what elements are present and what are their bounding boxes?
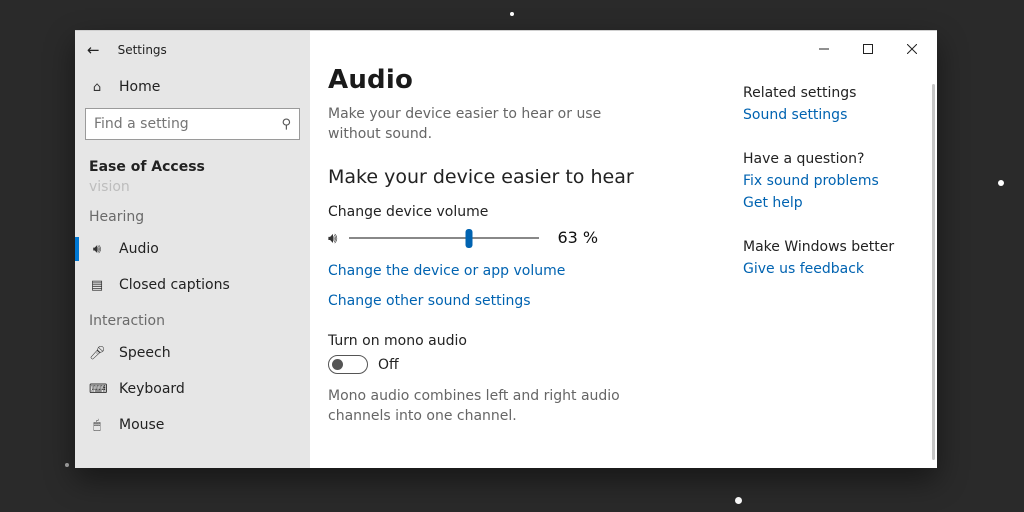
- sidebar-item-label: Audio: [119, 241, 159, 257]
- volume-slider-thumb[interactable]: [466, 229, 473, 248]
- volume-icon: 🔊︎: [328, 229, 337, 247]
- mono-label: Turn on mono audio: [328, 333, 737, 349]
- sidebar-partial-item: vision: [75, 179, 310, 199]
- sidebar-item-label: Closed captions: [119, 277, 230, 293]
- settings-window: ← Settings ⌂ Home ⚲ Ease of Access visio…: [75, 30, 937, 468]
- group-hearing: Hearing: [75, 199, 310, 231]
- link-get-help[interactable]: Get help: [743, 195, 933, 211]
- cc-icon: ▤: [89, 278, 105, 293]
- cutoff-text: [328, 447, 737, 455]
- link-fix-sound[interactable]: Fix sound problems: [743, 173, 933, 189]
- page-title: Audio: [328, 65, 737, 95]
- bg-dot: [998, 180, 1004, 186]
- sidebar-item-label: Keyboard: [119, 381, 185, 397]
- mono-toggle-row: Off: [328, 355, 737, 374]
- sidebar-item-label: Home: [119, 79, 160, 95]
- bg-dot: [65, 463, 69, 467]
- scrollbar[interactable]: [932, 84, 935, 460]
- link-sound-settings[interactable]: Sound settings: [743, 107, 933, 123]
- link-feedback[interactable]: Give us feedback: [743, 261, 933, 277]
- volume-label: Change device volume: [328, 204, 737, 220]
- right-column: Related settings Sound settings Have a q…: [737, 31, 937, 468]
- keyboard-icon: ⌨: [89, 382, 105, 397]
- section-heading-hear: Make your device easier to hear: [328, 166, 737, 188]
- volume-value: 63 %: [557, 228, 598, 247]
- sidebar-item-label: Speech: [119, 345, 171, 361]
- sidebar-item-closed-captions[interactable]: ▤ Closed captions: [75, 267, 310, 303]
- search-input[interactable]: ⚲: [85, 108, 300, 140]
- mono-description: Mono audio combines left and right audio…: [328, 386, 658, 427]
- home-icon: ⌂: [89, 80, 105, 95]
- page-subtitle: Make your device easier to hear or use w…: [328, 105, 638, 144]
- better-heading: Make Windows better: [743, 239, 933, 255]
- category-heading: Ease of Access: [75, 149, 310, 181]
- bg-dot: [510, 12, 514, 16]
- mic-icon: 🎤︎: [89, 346, 105, 361]
- sidebar-item-label: Mouse: [119, 417, 164, 433]
- titlebar: ← Settings: [75, 31, 310, 69]
- speaker-icon: 🔊︎: [89, 242, 105, 257]
- group-interaction: Interaction: [75, 303, 310, 335]
- content-area: Audio Make your device easier to hear or…: [310, 31, 937, 468]
- question-heading: Have a question?: [743, 151, 933, 167]
- link-other-sound-settings[interactable]: Change other sound settings: [328, 293, 737, 309]
- mono-toggle-state: Off: [378, 357, 399, 373]
- window-title: Settings: [118, 43, 167, 57]
- mouse-icon: 🖱︎: [89, 418, 105, 433]
- volume-slider[interactable]: [349, 237, 539, 239]
- toggle-knob: [332, 359, 343, 370]
- related-heading: Related settings: [743, 85, 933, 101]
- link-change-device-app-volume[interactable]: Change the device or app volume: [328, 263, 737, 279]
- sidebar-item-audio[interactable]: 🔊︎ Audio: [75, 231, 310, 267]
- sidebar-item-speech[interactable]: 🎤︎ Speech: [75, 335, 310, 371]
- search-field[interactable]: [94, 116, 281, 132]
- main-panel: Audio Make your device easier to hear or…: [310, 31, 737, 468]
- mono-toggle[interactable]: [328, 355, 368, 374]
- back-icon[interactable]: ←: [87, 41, 100, 59]
- sidebar: ← Settings ⌂ Home ⚲ Ease of Access visio…: [75, 31, 310, 468]
- sidebar-item-keyboard[interactable]: ⌨ Keyboard: [75, 371, 310, 407]
- sidebar-item-mouse[interactable]: 🖱︎ Mouse: [75, 407, 310, 443]
- bg-dot: [735, 497, 742, 504]
- sidebar-item-home[interactable]: ⌂ Home: [75, 69, 310, 105]
- search-icon: ⚲: [281, 117, 291, 132]
- volume-row: 🔊︎ 63 %: [328, 228, 737, 247]
